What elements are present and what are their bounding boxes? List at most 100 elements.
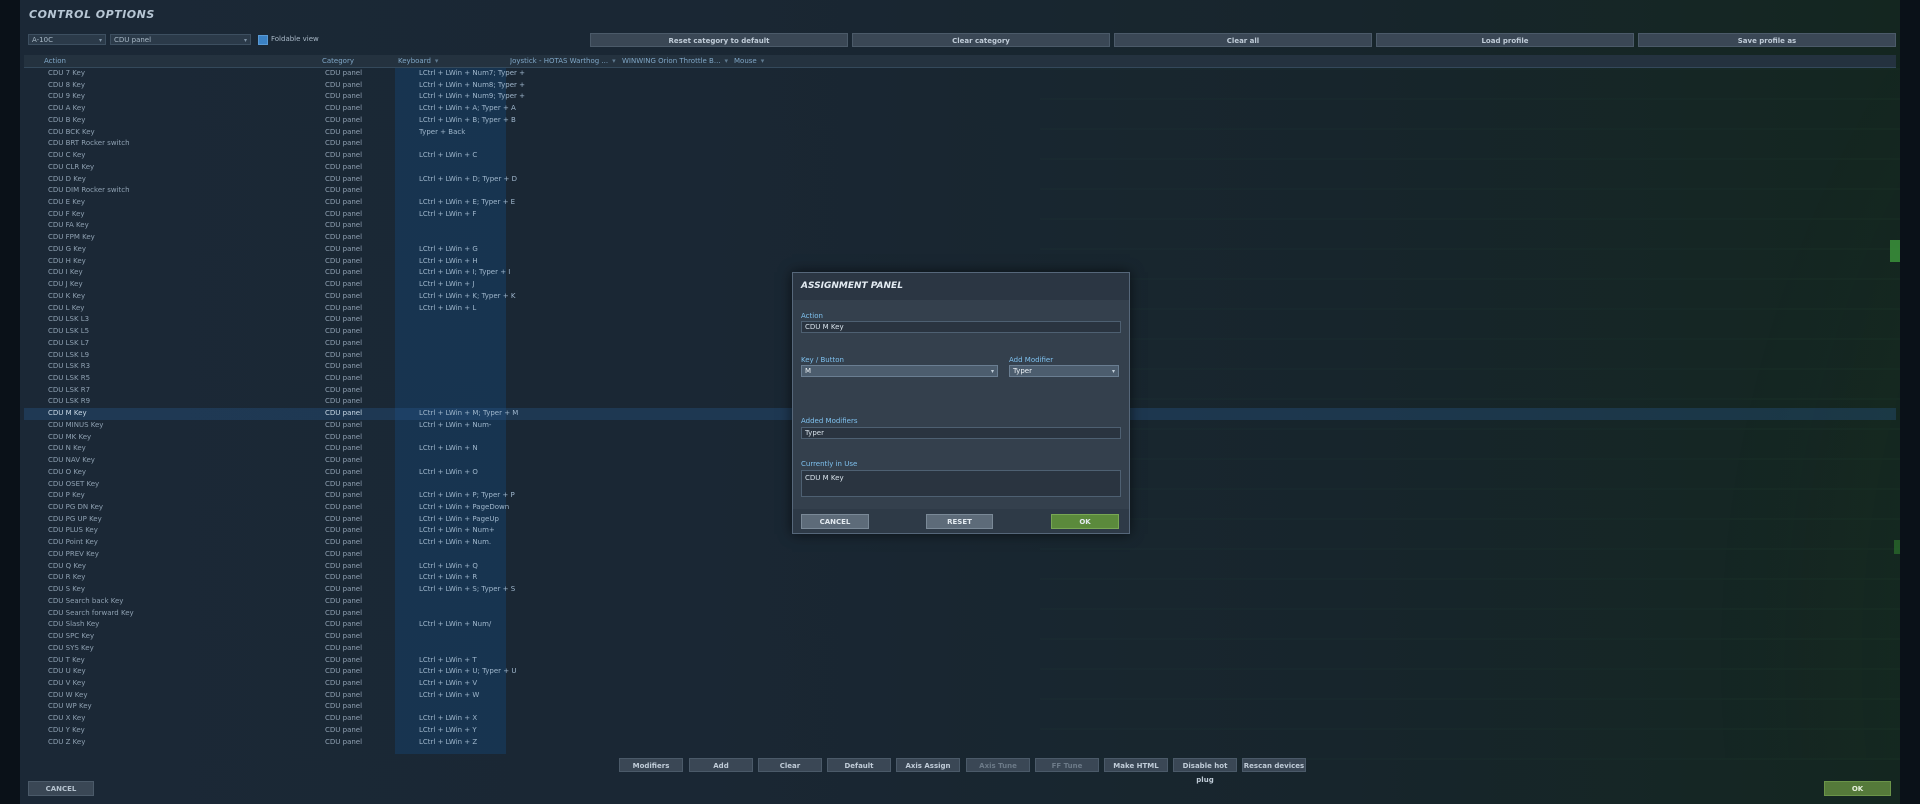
- table-row[interactable]: CDU A Key CDU panel LCtrl + LWin + A; Type…: [24, 103, 1896, 115]
- table-row[interactable]: CDU E Key CDU panel LCtrl + LWin + E; Type…: [24, 197, 1896, 209]
- table-row[interactable]: CDU Point Key CDU panel LCtrl + LWin + Num…: [24, 537, 1896, 549]
- aircraft-select[interactable]: A-10C ▾: [28, 34, 106, 45]
- row-keyboard-binding[interactable]: LCtrl + LWin + Num/: [419, 619, 527, 631]
- row-keyboard-binding[interactable]: LCtrl + LWin + R: [419, 572, 527, 584]
- row-keyboard-binding[interactable]: LCtrl + LWin + Y: [419, 725, 527, 737]
- table-row[interactable]: CDU CLR Key CDU panel: [24, 162, 1896, 174]
- table-row[interactable]: CDU DIM Rocker switch CDU panel: [24, 185, 1896, 197]
- modal-cancel-button[interactable]: CANCEL: [801, 514, 869, 529]
- row-keyboard-binding[interactable]: LCtrl + LWin + C: [419, 150, 527, 162]
- row-keyboard-binding[interactable]: LCtrl + LWin + Num9; Typer +: [419, 91, 527, 103]
- table-row[interactable]: CDU 8 Key CDU panel LCtrl + LWin + Num8; T…: [24, 80, 1896, 92]
- row-keyboard-binding[interactable]: LCtrl + LWin + W: [419, 690, 527, 702]
- table-row[interactable]: CDU Y Key CDU panel LCtrl + LWin + Y: [24, 725, 1896, 737]
- modifiers-button[interactable]: Modifiers: [619, 758, 683, 772]
- table-row[interactable]: CDU V Key CDU panel LCtrl + LWin + V: [24, 678, 1896, 690]
- row-keyboard-binding[interactable]: LCtrl + LWin + U; Typer + U: [419, 666, 527, 678]
- column-header-mouse[interactable]: Mouse ▾: [734, 55, 844, 67]
- table-row[interactable]: CDU F Key CDU panel LCtrl + LWin + F: [24, 209, 1896, 221]
- row-keyboard-binding[interactable]: Typer + Back: [419, 127, 527, 139]
- modal-ok-button[interactable]: OK: [1051, 514, 1119, 529]
- table-row[interactable]: CDU C Key CDU panel LCtrl + LWin + C: [24, 150, 1896, 162]
- add-modifier-select[interactable]: Typer ▾: [1009, 365, 1119, 377]
- axis-assign-button[interactable]: Axis Assign: [896, 758, 960, 772]
- row-keyboard-binding[interactable]: LCtrl + LWin + N: [419, 443, 527, 455]
- make-html-button[interactable]: Make HTML: [1104, 758, 1168, 772]
- table-row[interactable]: CDU FPM Key CDU panel: [24, 232, 1896, 244]
- ff-tune-button[interactable]: FF Tune: [1035, 758, 1099, 772]
- table-row[interactable]: CDU WP Key CDU panel: [24, 701, 1896, 713]
- clear-button[interactable]: Clear: [758, 758, 822, 772]
- table-row[interactable]: CDU S Key CDU panel LCtrl + LWin + S; Type…: [24, 584, 1896, 596]
- row-keyboard-binding[interactable]: LCtrl + LWin + P; Typer + P: [419, 490, 527, 502]
- cancel-button[interactable]: CANCEL: [28, 781, 94, 796]
- table-row[interactable]: CDU Slash Key CDU panel LCtrl + LWin + Num…: [24, 619, 1896, 631]
- row-keyboard-binding[interactable]: LCtrl + LWin + B; Typer + B: [419, 115, 527, 127]
- add-button[interactable]: Add: [689, 758, 753, 772]
- row-keyboard-binding[interactable]: LCtrl + LWin + Z: [419, 737, 527, 749]
- table-row[interactable]: CDU W Key CDU panel LCtrl + LWin + W: [24, 690, 1896, 702]
- row-keyboard-binding[interactable]: LCtrl + LWin + T: [419, 655, 527, 667]
- column-header-joystick[interactable]: Joystick - HOTAS Warthog ... ▾: [510, 55, 620, 67]
- table-row[interactable]: CDU U Key CDU panel LCtrl + LWin + U; Type…: [24, 666, 1896, 678]
- table-row[interactable]: CDU BRT Rocker switch CDU panel: [24, 138, 1896, 150]
- clear-all-button[interactable]: Clear all: [1114, 33, 1372, 47]
- row-keyboard-binding[interactable]: LCtrl + LWin + PageUp: [419, 514, 527, 526]
- load-profile-button[interactable]: Load profile: [1376, 33, 1634, 47]
- table-row[interactable]: CDU SPC Key CDU panel: [24, 631, 1896, 643]
- axis-tune-button[interactable]: Axis Tune: [966, 758, 1030, 772]
- table-row[interactable]: CDU X Key CDU panel LCtrl + LWin + X: [24, 713, 1896, 725]
- row-keyboard-binding[interactable]: LCtrl + LWin + V: [419, 678, 527, 690]
- row-keyboard-binding[interactable]: LCtrl + LWin + H: [419, 256, 527, 268]
- row-keyboard-binding[interactable]: LCtrl + LWin + O: [419, 467, 527, 479]
- row-keyboard-binding[interactable]: LCtrl + LWin + X: [419, 713, 527, 725]
- row-keyboard-binding[interactable]: LCtrl + LWin + K; Typer + K: [419, 291, 527, 303]
- row-keyboard-binding[interactable]: LCtrl + LWin + Num.: [419, 537, 527, 549]
- table-row[interactable]: CDU B Key CDU panel LCtrl + LWin + B; Type…: [24, 115, 1896, 127]
- table-row[interactable]: CDU PREV Key CDU panel: [24, 549, 1896, 561]
- rescan-devices-button[interactable]: Rescan devices: [1242, 758, 1306, 772]
- row-keyboard-binding[interactable]: LCtrl + LWin + Num-: [419, 420, 527, 432]
- table-row[interactable]: CDU D Key CDU panel LCtrl + LWin + D; Type…: [24, 174, 1896, 186]
- column-header-category[interactable]: Category: [322, 55, 392, 67]
- table-row[interactable]: CDU Z Key CDU panel LCtrl + LWin + Z: [24, 737, 1896, 749]
- table-row[interactable]: CDU H Key CDU panel LCtrl + LWin + H: [24, 256, 1896, 268]
- table-row[interactable]: CDU G Key CDU panel LCtrl + LWin + G: [24, 244, 1896, 256]
- table-row[interactable]: CDU T Key CDU panel LCtrl + LWin + T: [24, 655, 1896, 667]
- column-header-keyboard[interactable]: Keyboard ▾: [398, 55, 506, 67]
- table-row[interactable]: CDU Q Key CDU panel LCtrl + LWin + Q: [24, 561, 1896, 573]
- row-keyboard-binding[interactable]: LCtrl + LWin + I; Typer + I: [419, 267, 527, 279]
- table-row[interactable]: CDU Search forward Key CDU panel: [24, 608, 1896, 620]
- table-row[interactable]: CDU SYS Key CDU panel: [24, 643, 1896, 655]
- table-row[interactable]: CDU 7 Key CDU panel LCtrl + LWin + Num7; T…: [24, 68, 1896, 80]
- row-keyboard-binding[interactable]: LCtrl + LWin + Q: [419, 561, 527, 573]
- row-keyboard-binding[interactable]: LCtrl + LWin + J: [419, 279, 527, 291]
- row-keyboard-binding[interactable]: LCtrl + LWin + L: [419, 303, 527, 315]
- row-keyboard-binding[interactable]: LCtrl + LWin + D; Typer + D: [419, 174, 527, 186]
- table-row[interactable]: CDU BCK Key CDU panel Typer + Back: [24, 127, 1896, 139]
- category-select[interactable]: CDU panel ▾: [110, 34, 251, 45]
- row-keyboard-binding[interactable]: LCtrl + LWin + PageDown: [419, 502, 527, 514]
- column-header-action[interactable]: Action: [44, 55, 314, 67]
- table-row[interactable]: CDU FA Key CDU panel: [24, 220, 1896, 232]
- column-header-throttle[interactable]: WINWING Orion Throttle B... ▾: [622, 55, 732, 67]
- row-keyboard-binding[interactable]: LCtrl + LWin + A; Typer + A: [419, 103, 527, 115]
- row-keyboard-binding[interactable]: LCtrl + LWin + F: [419, 209, 527, 221]
- row-keyboard-binding[interactable]: LCtrl + LWin + E; Typer + E: [419, 197, 527, 209]
- modal-reset-button[interactable]: RESET: [926, 514, 993, 529]
- row-keyboard-binding[interactable]: LCtrl + LWin + Num+: [419, 525, 527, 537]
- row-keyboard-binding[interactable]: LCtrl + LWin + G: [419, 244, 527, 256]
- key-button-select[interactable]: M ▾: [801, 365, 998, 377]
- table-row[interactable]: CDU 9 Key CDU panel LCtrl + LWin + Num9; T…: [24, 91, 1896, 103]
- table-row[interactable]: CDU R Key CDU panel LCtrl + LWin + R: [24, 572, 1896, 584]
- table-row[interactable]: CDU Search back Key CDU panel: [24, 596, 1896, 608]
- row-keyboard-binding[interactable]: LCtrl + LWin + M; Typer + M: [419, 408, 527, 420]
- foldable-view-checkbox[interactable]: [258, 35, 268, 45]
- clear-category-button[interactable]: Clear category: [852, 33, 1110, 47]
- disable-hot-plug-button[interactable]: Disable hot plug: [1173, 758, 1237, 784]
- row-keyboard-binding[interactable]: LCtrl + LWin + Num8; Typer +: [419, 80, 527, 92]
- reset-category-to-default-button[interactable]: Reset category to default: [590, 33, 848, 47]
- row-keyboard-binding[interactable]: LCtrl + LWin + S; Typer + S: [419, 584, 527, 596]
- row-keyboard-binding[interactable]: LCtrl + LWin + Num7; Typer +: [419, 68, 527, 80]
- ok-button[interactable]: OK: [1824, 781, 1891, 796]
